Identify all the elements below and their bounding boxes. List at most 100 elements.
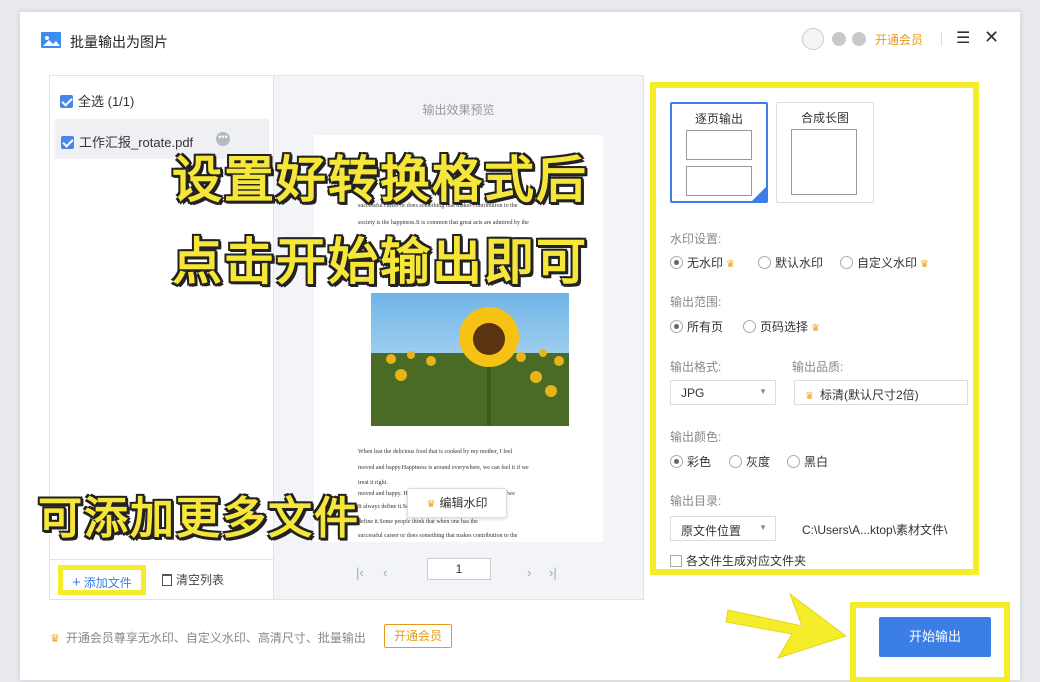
radio-custom-watermark[interactable]: 自定义水印 ♛	[840, 254, 929, 271]
radio-dot-icon	[670, 256, 683, 269]
doc-text-line: treat it right.	[358, 480, 388, 486]
dir-label: 输出目录:	[670, 494, 722, 508]
color-label: 输出颜色:	[670, 430, 722, 444]
preview-title: 输出效果预览	[422, 103, 495, 117]
page-thumb	[686, 130, 752, 160]
image-export-app-icon	[41, 32, 61, 48]
output-path[interactable]: C:\Users\A...ktop\素材文件\	[802, 521, 947, 538]
radio-dot-icon	[729, 455, 742, 468]
crown-icon: ♛	[920, 259, 929, 270]
range-label: 输出范围:	[670, 295, 722, 309]
radio-all-pages[interactable]: 所有页	[670, 318, 723, 335]
menu-icon[interactable]: ☰	[956, 28, 970, 48]
arrow-pointer-icon	[725, 592, 848, 659]
crown-icon: ♛	[726, 259, 735, 270]
user-avatar[interactable]	[802, 28, 824, 50]
next-page-icon[interactable]: ›	[527, 565, 531, 580]
title-divider	[941, 32, 942, 46]
selected-check-icon	[751, 186, 767, 202]
radio-label: 无水印	[687, 256, 724, 270]
radio-label: 灰度	[746, 455, 771, 469]
vip-note: ♛ 开通会员尊享无水印、自定义水印、高清尺寸、批量输出	[50, 629, 366, 646]
long-image-thumb	[791, 129, 857, 195]
radio-label: 所有页	[687, 320, 724, 334]
radio-label: 页码选择	[760, 320, 809, 334]
coin-icon[interactable]	[852, 32, 866, 46]
format-label: 输出格式:	[670, 360, 722, 374]
radio-dot-icon	[670, 455, 683, 468]
radio-color[interactable]: 彩色	[670, 453, 711, 470]
doc-text-line: When leat the delicious food that is coo…	[358, 449, 513, 455]
window-title: 批量输出为图片	[70, 34, 168, 50]
mode-label: 逐页输出	[694, 112, 743, 126]
quality-label: 输出品质:	[792, 360, 844, 374]
radio-default-watermark[interactable]: 默认水印	[758, 254, 823, 271]
overlay-caption-start: 点击开始输出即可	[172, 233, 588, 291]
last-page-icon[interactable]: ›|	[549, 565, 557, 580]
start-export-button[interactable]: 开始输出	[879, 617, 991, 657]
file-actions-bar: + 添加文件 清空列表	[50, 559, 274, 599]
page-number-input[interactable]: 1	[427, 558, 491, 580]
checkbox-icon	[60, 95, 73, 108]
radio-label: 黑白	[804, 455, 829, 469]
format-value: JPG	[681, 386, 705, 400]
radio-label: 自定义水印	[857, 256, 918, 270]
settings-panel: 逐页输出 合成长图 水印设置: 无水印 ♛ 默认水印 自定义水印 ♛ 输出范围: 所…	[650, 82, 979, 575]
clear-list-button[interactable]: 清空列表	[162, 571, 224, 588]
radio-dot-icon	[743, 320, 756, 333]
edit-watermark-label: 编辑水印	[439, 496, 488, 510]
radio-no-watermark[interactable]: 无水印 ♛	[670, 254, 735, 271]
sunflower-photo	[371, 293, 569, 426]
crown-icon: ♛	[811, 323, 820, 334]
quality-value: 标清(默认尺寸2倍)	[819, 388, 919, 402]
format-select[interactable]: JPG ▼	[670, 380, 776, 405]
dropdown-arrow-icon: ▼	[759, 387, 767, 396]
crown-icon: ♛	[426, 499, 436, 510]
radio-dot-icon	[670, 320, 683, 333]
batch-export-dialog: 批量输出为图片 开通会员 ☰ ✕ 全选 (1/1) 工作汇报_rotate.pd…	[20, 12, 1020, 682]
select-all-checkbox[interactable]: 全选 (1/1)	[60, 91, 134, 110]
select-all-label: 全选 (1/1)	[78, 94, 135, 109]
mode-label: 合成长图	[800, 111, 849, 125]
add-file-button[interactable]: + 添加文件	[58, 565, 146, 595]
radio-dot-icon	[840, 256, 853, 269]
dir-value: 原文件位置	[681, 524, 742, 538]
plus-icon: +	[72, 574, 81, 591]
vip-link[interactable]: 开通会员	[875, 31, 923, 48]
watermark-label: 水印设置:	[670, 232, 722, 246]
member-level-icon[interactable]	[832, 32, 846, 46]
checkbox-icon	[670, 555, 682, 567]
doc-text-line: define it.Some people think that when on…	[358, 519, 478, 525]
quality-select[interactable]: ♛ 标清(默认尺寸2倍)	[794, 380, 968, 405]
vip-note-text: 开通会员尊享无水印、自定义水印、高清尺寸、批量输出	[65, 631, 366, 645]
radio-grayscale[interactable]: 灰度	[729, 453, 770, 470]
vip-button[interactable]: 开通会员	[384, 624, 452, 648]
subfolder-checkbox[interactable]: 各文件生成对应文件夹	[670, 552, 806, 569]
radio-dot-icon	[758, 256, 771, 269]
mode-long-image[interactable]: 合成长图	[776, 102, 874, 203]
radio-label: 彩色	[687, 455, 712, 469]
edit-watermark-button[interactable]: ♛ 编辑水印	[407, 488, 507, 518]
radio-black-white[interactable]: 黑白	[787, 453, 828, 470]
first-page-icon[interactable]: |‹	[356, 565, 364, 580]
dir-select[interactable]: 原文件位置 ▼	[670, 516, 776, 541]
radio-label: 默认水印	[775, 256, 824, 270]
checkbox-icon	[61, 136, 74, 149]
radio-page-select[interactable]: 页码选择 ♛	[743, 318, 820, 335]
prev-page-icon[interactable]: ‹	[383, 565, 387, 580]
page-thumb	[686, 166, 752, 196]
mode-page-by-page[interactable]: 逐页输出	[670, 102, 768, 203]
title-bar: 批量输出为图片 开通会员 ☰ ✕	[20, 12, 1020, 68]
radio-dot-icon	[787, 455, 800, 468]
close-icon[interactable]: ✕	[984, 27, 999, 48]
crown-icon: ♛	[50, 633, 60, 645]
checkbox-label: 各文件生成对应文件夹	[686, 554, 807, 568]
doc-text-line: successful career or does something that…	[358, 533, 518, 539]
overlay-caption-settings: 设置好转换格式后	[172, 151, 588, 209]
trash-icon	[162, 574, 172, 586]
overlay-caption-add: 可添加更多文件	[38, 493, 360, 544]
crown-icon: ♛	[805, 391, 814, 402]
doc-text-line: moved and happy.Happiness is around ever…	[358, 465, 529, 471]
dropdown-arrow-icon: ▼	[759, 523, 767, 532]
add-file-label: 添加文件	[83, 576, 132, 590]
